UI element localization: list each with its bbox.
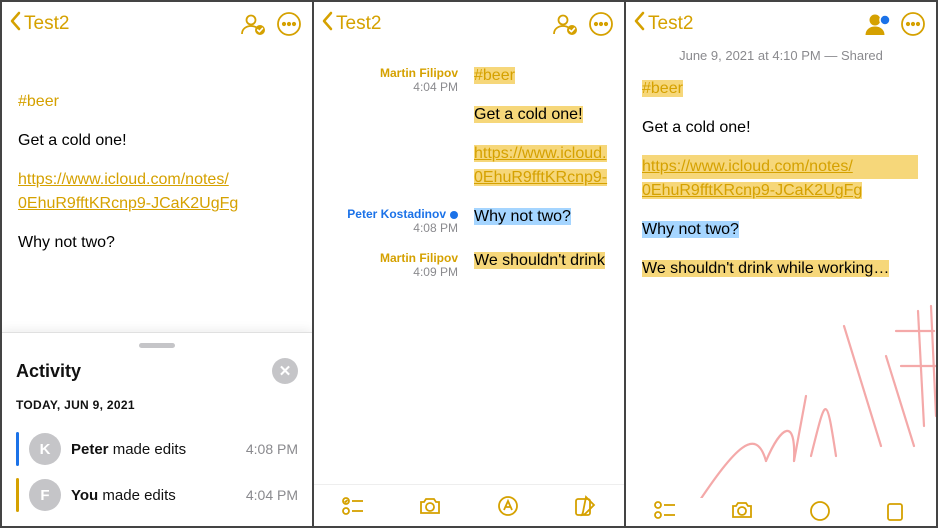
note-line: Why not two? xyxy=(642,221,739,238)
note-body-attributed[interactable]: Martin Filipov 4:04 PM #beer Get a cold … xyxy=(314,46,624,293)
sheet-grabber[interactable] xyxy=(139,343,175,348)
note-title: Test2 xyxy=(648,13,693,35)
activity-sheet: Activity ✕ TODAY, JUN 9, 2021 K Peter ma… xyxy=(2,332,312,526)
header: Test2 xyxy=(626,2,936,46)
activity-row[interactable]: F You made edits 4:04 PM xyxy=(16,472,298,518)
back-button[interactable]: Test2 xyxy=(10,11,69,37)
note-line: Why not two? xyxy=(18,231,296,256)
activity-text: You made edits xyxy=(71,487,236,504)
camera-icon[interactable] xyxy=(728,500,756,526)
chevron-left-icon xyxy=(322,11,334,37)
shared-link[interactable]: https://www.icloud.0EhuR9fftKRcnp9- xyxy=(474,145,607,187)
note-line: Get a cold one! xyxy=(18,129,296,154)
edit-indicator-bar xyxy=(16,478,19,512)
chevron-left-icon xyxy=(10,11,22,37)
note-title: Test2 xyxy=(336,13,381,35)
activity-row[interactable]: K Peter made edits 4:08 PM xyxy=(16,426,298,472)
note-body[interactable]: #beer Get a cold one! https://www.icloud… xyxy=(626,77,936,308)
avatar: K xyxy=(29,433,61,465)
markup-icon[interactable] xyxy=(494,492,522,520)
back-button[interactable]: Test2 xyxy=(634,11,693,37)
edit-author: Martin Filipov xyxy=(314,66,458,80)
hashtag[interactable]: #beer xyxy=(642,80,683,97)
activity-date-header: TODAY, JUN 9, 2021 xyxy=(16,398,298,412)
activity-time: 4:08 PM xyxy=(246,441,298,457)
checklist-icon[interactable] xyxy=(651,500,679,526)
avatar: F xyxy=(29,479,61,511)
screenshot-pane-2: Test2 Martin Filipov 4:04 PM #beer Get a… xyxy=(314,2,624,526)
note-line: Why not two? xyxy=(474,208,571,225)
hashtag[interactable]: #beer xyxy=(18,93,59,110)
checklist-icon[interactable] xyxy=(339,492,367,520)
shared-link[interactable]: 0EhuR9fftKRcnp9-JCaK2UgFg xyxy=(642,182,862,199)
activity-text: Peter made edits xyxy=(71,441,236,458)
close-icon[interactable]: ✕ xyxy=(272,358,298,384)
timestamp-shared: June 9, 2021 at 4:10 PM — Shared xyxy=(626,48,936,63)
note-line: We shouldn't drink xyxy=(474,252,605,269)
bottom-toolbar xyxy=(314,484,624,526)
edit-time: 4:08 PM xyxy=(314,221,458,235)
edit-time: 4:09 PM xyxy=(314,265,458,279)
presence-dot-icon xyxy=(450,211,458,219)
camera-icon[interactable] xyxy=(416,492,444,520)
collaboration-icon[interactable] xyxy=(238,9,268,39)
note-line: Get a cold one! xyxy=(642,116,920,141)
compose-icon[interactable] xyxy=(571,492,599,520)
note-line: We shouldn't drink while working… xyxy=(642,260,889,277)
edit-author: Martin Filipov xyxy=(314,251,458,265)
note-line: Get a cold one! xyxy=(474,106,583,123)
edit-indicator-bar xyxy=(16,432,19,466)
compose-icon[interactable] xyxy=(883,500,911,526)
screenshot-pane-1: Test2 #beer Get a cold one! https://www.… xyxy=(2,2,312,526)
screenshot-pane-3: Test2 June 9, 2021 at 4:10 PM — Shared #… xyxy=(626,2,936,526)
header: Test2 xyxy=(2,2,312,46)
markup-icon[interactable] xyxy=(806,500,834,526)
activity-title: Activity xyxy=(16,361,81,382)
edit-author: Peter Kostadinov xyxy=(347,207,446,221)
collaboration-icon[interactable] xyxy=(550,9,580,39)
more-icon[interactable] xyxy=(274,9,304,39)
activity-time: 4:04 PM xyxy=(246,487,298,503)
handwriting-scribble xyxy=(676,296,936,526)
back-button[interactable]: Test2 xyxy=(322,11,381,37)
shared-link[interactable]: https://www.icloud.com/notes/0EhuR9fftKR… xyxy=(18,171,238,213)
chevron-left-icon xyxy=(634,11,646,37)
more-icon[interactable] xyxy=(586,9,616,39)
edit-time: 4:04 PM xyxy=(314,80,458,94)
bottom-toolbar-partial xyxy=(626,498,936,526)
collaboration-active-icon[interactable] xyxy=(862,9,892,39)
note-title: Test2 xyxy=(24,13,69,35)
hashtag[interactable]: #beer xyxy=(474,67,515,84)
shared-link[interactable]: https://www.icloud.com/notes/ xyxy=(642,158,853,175)
more-icon[interactable] xyxy=(898,9,928,39)
header: Test2 xyxy=(314,2,624,46)
note-body[interactable]: #beer Get a cold one! https://www.icloud… xyxy=(2,46,312,282)
